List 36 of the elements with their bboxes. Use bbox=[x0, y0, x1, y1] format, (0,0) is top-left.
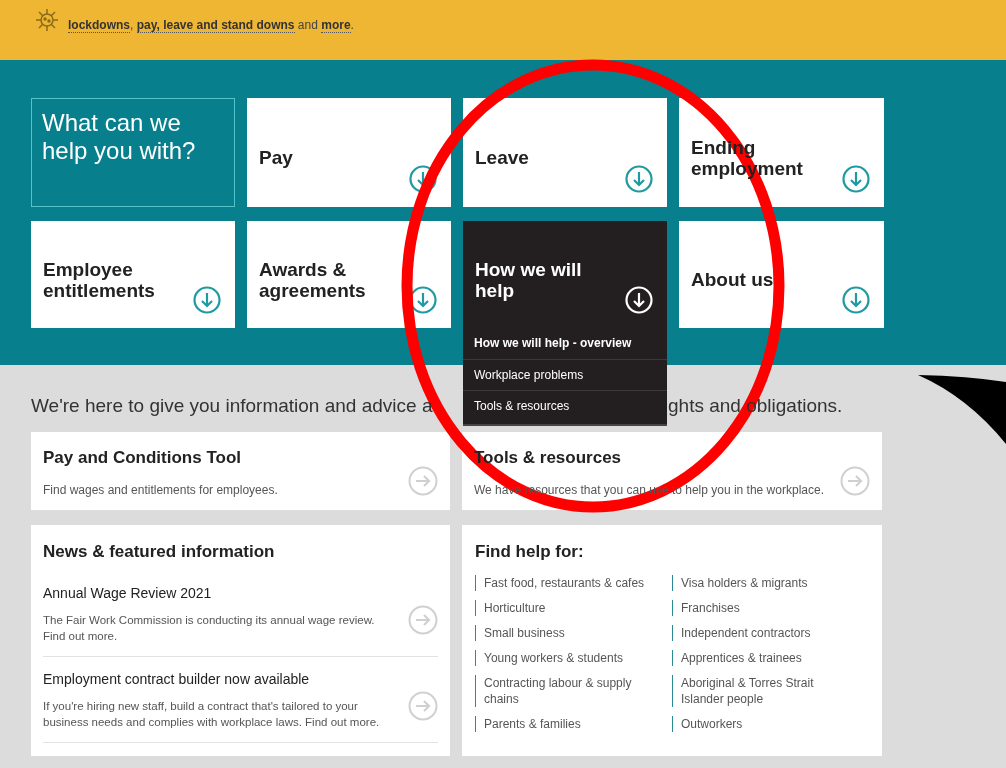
category-link[interactable]: Fast food, restaurants & cafes bbox=[475, 574, 645, 591]
card-title: Pay and Conditions Tool bbox=[43, 447, 241, 469]
category-link[interactable]: Contracting labour & supply chains bbox=[475, 674, 660, 707]
intro-text: We're here to give you information and advice a bbox=[31, 393, 434, 418]
banner-link[interactable]: more bbox=[321, 18, 351, 33]
category-link[interactable]: Franchises bbox=[672, 599, 740, 616]
topic-tile[interactable]: About us bbox=[679, 221, 884, 328]
banner-link[interactable]: lockdowns bbox=[68, 18, 130, 33]
category-link[interactable]: Independent contractors bbox=[672, 624, 811, 641]
menu-item[interactable]: Workplace problems bbox=[463, 359, 667, 390]
news-description: The Fair Work Commission is conducting its annual wage review. Find out more. bbox=[43, 612, 376, 644]
news-description: If you're hiring new staff, build a contract that's tailored to your business needs and complies with workplace laws. Find out more. bbox=[43, 698, 381, 730]
category-link[interactable]: Parents & families bbox=[475, 715, 581, 732]
topic-tile[interactable]: Awards & agreements bbox=[247, 221, 451, 328]
topic-tile[interactable]: Pay bbox=[247, 98, 451, 207]
news-title: Employment contract builder now available bbox=[43, 669, 311, 689]
menu-item[interactable]: Tools & resources bbox=[463, 390, 667, 421]
topic-tile[interactable]: How we will help bbox=[463, 221, 667, 328]
section-heading: Find help for: bbox=[475, 541, 585, 563]
banner-link[interactable]: pay, leave and stand downs bbox=[136, 18, 295, 33]
category-link[interactable]: Horticulture bbox=[475, 599, 546, 616]
card-description: Find wages and entitlements for employees. bbox=[43, 481, 278, 499]
category-link[interactable]: Visa holders & migrants bbox=[672, 574, 808, 591]
topic-tile[interactable]: Leave bbox=[463, 98, 667, 207]
link-card[interactable]: Pay and Conditions Tool Find wages and entitlements for employees. bbox=[31, 432, 450, 510]
category-link[interactable]: Young workers & students bbox=[475, 649, 623, 666]
topic-tile[interactable]: Employee entitlements bbox=[31, 221, 235, 328]
category-link[interactable]: Outworkers bbox=[672, 715, 743, 732]
category-link[interactable]: Apprentices & trainees bbox=[672, 649, 802, 666]
news-title: Annual Wage Review 2021 bbox=[43, 583, 213, 603]
section-heading: News & featured information bbox=[43, 541, 276, 563]
category-link[interactable]: Aboriginal & Torres Strait Islander people bbox=[672, 674, 857, 707]
banner-text: lockdowns, pay, leave and stand downs and more. bbox=[68, 17, 355, 35]
menu-item[interactable]: How we will help - overview bbox=[463, 328, 667, 359]
help-heading-tile: What can we help you with? bbox=[31, 98, 235, 207]
category-link[interactable]: Small business bbox=[475, 624, 565, 641]
